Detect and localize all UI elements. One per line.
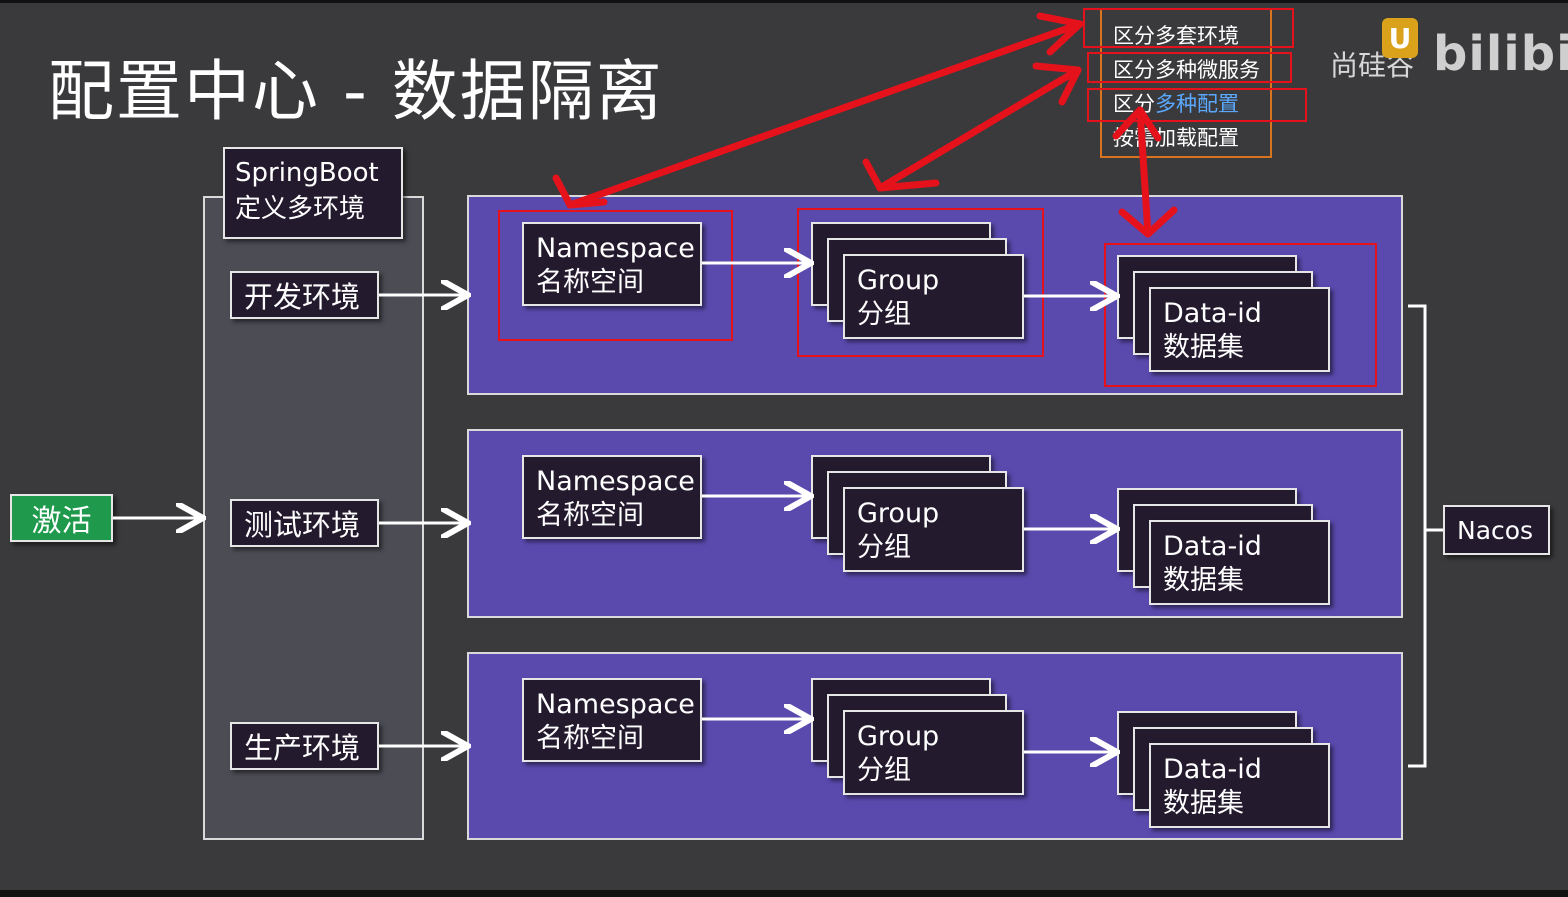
nacos-bracket — [1408, 304, 1427, 768]
red-arrow-dataid — [1136, 106, 1152, 238]
connector-layer — [113, 12, 1443, 768]
red-arrowhead — [1112, 106, 1162, 142]
red-arrowhead — [552, 174, 608, 209]
